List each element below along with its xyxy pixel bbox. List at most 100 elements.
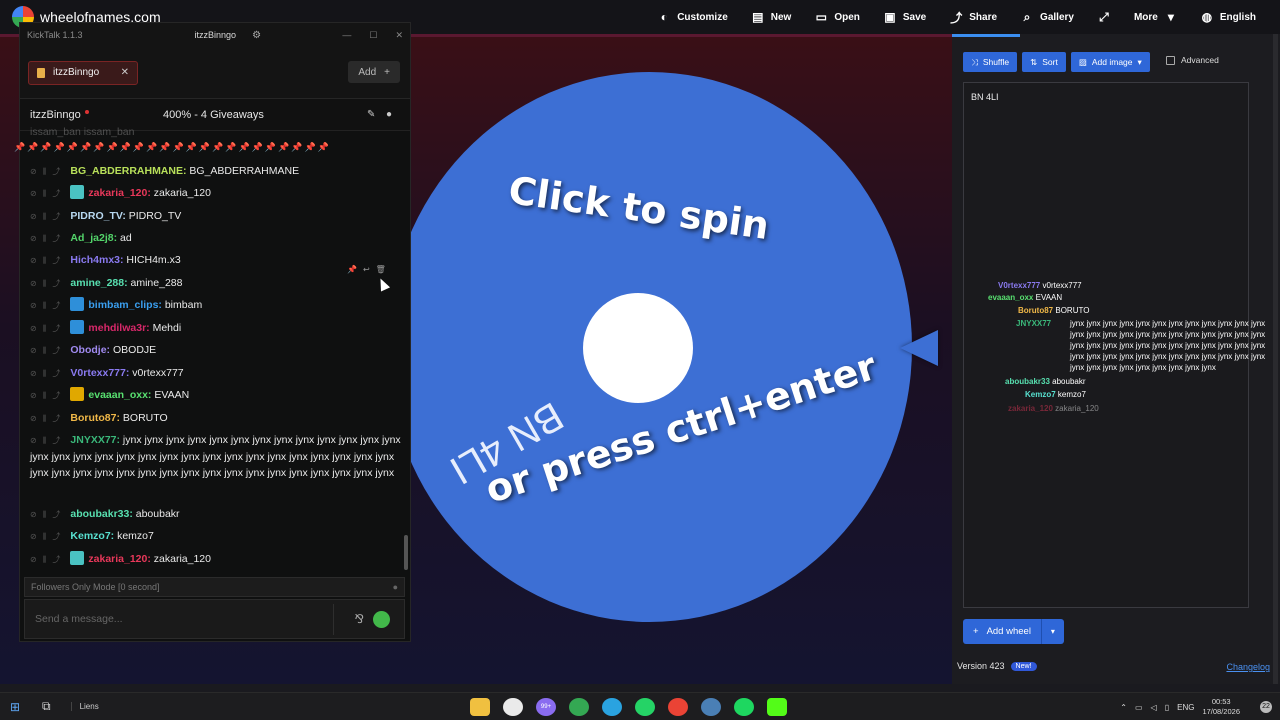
clock-app-icon[interactable] <box>503 698 523 716</box>
user-icon[interactable]: ● <box>386 109 392 120</box>
chat-message[interactable]: ⊘⫼⤴ BG_ABDERRAHMANE: BG_ABDERRAHMANE <box>30 163 299 180</box>
chat-message[interactable]: ⊘⫼⤴ aboubakr33: aboubakr <box>30 506 180 523</box>
close-icon[interactable]: ✕ <box>395 30 403 41</box>
pin-icon[interactable]: 📌 <box>347 265 357 274</box>
kicktalk-titlebar[interactable]: KickTalk 1.1.3 itzzBinngo ⚙ — ☐ ✕ <box>20 23 410 47</box>
window-controls: — ☐ ✕ <box>342 30 403 41</box>
add-wheel-button[interactable]: + Add wheel ▾ <box>963 619 1064 644</box>
chat-message[interactable]: ⊘⫼⤴ Kemzo7: kemzo7 <box>30 528 154 545</box>
nav-share[interactable]: ⤴ Share <box>938 0 1009 34</box>
chat-scrollbar[interactable] <box>404 535 408 570</box>
chat-message[interactable]: ⊘⫼⤴ PIDRO_TV: PIDRO_TV <box>30 208 181 225</box>
entries-panel: ⤨ Shuffle ⇅ Sort ▨ Add image ▾ Advanced BN 4… <box>952 34 1280 684</box>
shuffle-button[interactable]: ⤨ Shuffle <box>963 52 1018 72</box>
chevron-down-icon: ▾ <box>1137 56 1142 67</box>
notification-center-icon[interactable]: 22 <box>1260 701 1272 713</box>
chat-message[interactable]: ⊘⫼⤴ JNYXX77: jynx jynx jynx jynx jynx jyn… <box>30 432 402 481</box>
mod-actions-icon: ⊘⫼⤴ <box>30 189 67 198</box>
site-nav: ◐ Customize ▤ New ▭ Open ▣ Save ⤴ Share ⌕ Gall… <box>646 0 1268 34</box>
mod-actions-icon: ⊘⫼⤴ <box>30 256 67 265</box>
file-explorer-icon[interactable] <box>470 698 490 716</box>
search-icon: ⌕ <box>1023 9 1031 24</box>
gear-icon[interactable]: ⚙ <box>252 30 261 41</box>
nav-more[interactable]: More ▾ <box>1122 0 1189 34</box>
clock[interactable]: 00:53 17/08/2026 <box>1202 697 1240 717</box>
message-hover-actions: 📌 ↩ 🗑 <box>347 265 386 274</box>
chat-message[interactable]: ⊘⫼⤴ Hich4mx3: HICH4m.x3 <box>30 252 181 269</box>
nav-save[interactable]: ▣ Save <box>872 0 938 34</box>
kicktalk-taskbar-icon[interactable] <box>767 698 787 716</box>
mod-actions-icon: ⊘⫼⤴ <box>30 510 67 519</box>
mirror-row: zakaria_120 zakaria_120 <box>1008 404 1099 413</box>
chat-message[interactable]: ⊘⫼⤴ V0rtexx777: v0rtexx777 <box>30 365 184 382</box>
nav-language[interactable]: ◍ English <box>1189 0 1268 34</box>
taskbar-apps: 99+ <box>470 698 787 716</box>
plus-icon: + <box>973 626 979 637</box>
telegram-icon[interactable] <box>602 698 622 716</box>
task-view-icon[interactable]: ⧉ <box>42 699 51 714</box>
mod-actions-icon: ⊘⫼⤴ <box>30 301 67 310</box>
chat-message[interactable]: ⊘⫼⤴ Ad_ja2j8: ad <box>30 230 132 247</box>
wheel-hub[interactable] <box>583 293 693 403</box>
volume-icon[interactable]: ◁ <box>1151 703 1157 712</box>
image-icon: ▨ <box>1078 56 1087 67</box>
steam-icon[interactable] <box>701 698 721 716</box>
delete-icon[interactable]: 🗑 <box>376 265 386 274</box>
mirror-row: aboubakr33 aboubakr <box>1005 377 1086 386</box>
chat-message[interactable]: ⊘⫼⤴ Obodje: OBODJE <box>30 342 156 359</box>
system-tray: ⌃ ▭ ◁ ▯ ENG 00:53 17/08/2026 <box>1120 697 1240 717</box>
add-image-button[interactable]: ▨ Add image ▾ <box>1070 52 1150 72</box>
whatsapp-icon[interactable] <box>635 698 655 716</box>
nav-gallery[interactable]: ⌕ Gallery <box>1009 0 1086 34</box>
language-indicator[interactable]: ENG <box>1177 703 1194 712</box>
chat-message[interactable]: ⊘⫼⤴ evaaan_oxx: EVAAN <box>30 387 189 404</box>
chevron-down-icon[interactable]: ▾ <box>1042 627 1064 636</box>
network-icon[interactable]: ▭ <box>1135 703 1143 712</box>
chat-message[interactable]: ⊘⫼⤴ amine_288: amine_288 <box>30 275 182 292</box>
input-divider <box>333 604 334 635</box>
nav-new[interactable]: ▤ New <box>740 0 804 34</box>
chat-message[interactable]: ⊘⫼⤴ zakaria_120: zakaria_120 <box>30 551 211 568</box>
sort-button[interactable]: ⇅ Sort <box>1022 52 1066 72</box>
advanced-toggle[interactable]: Advanced <box>1166 55 1219 65</box>
chat-message[interactable]: ⊘⫼⤴ zakaria_120: zakaria_120 <box>30 185 211 202</box>
maximize-icon[interactable]: ☐ <box>369 30 377 41</box>
discord-icon[interactable]: 99+ <box>536 698 556 716</box>
changelog-link[interactable]: Changelog <box>1226 662 1270 672</box>
channel-tab[interactable]: itzzBinngo ✕ <box>28 60 138 85</box>
app-title: KickTalk 1.1.3 <box>27 30 83 40</box>
og-badge-icon <box>70 185 85 199</box>
add-wheel-main[interactable]: + Add wheel <box>963 619 1042 644</box>
minimize-icon[interactable]: — <box>342 30 351 41</box>
info-icon[interactable]: ● <box>393 582 398 592</box>
advanced-checkbox[interactable] <box>1166 55 1175 65</box>
links-toolbar[interactable]: Liens <box>70 702 99 711</box>
reply-icon[interactable]: ↩ <box>363 265 370 274</box>
og-badge-icon <box>70 551 85 565</box>
close-icon[interactable]: ✕ <box>121 67 129 78</box>
chat-message-partial: issam_ban issam_ban <box>30 126 135 138</box>
chrome-alt-icon[interactable] <box>668 698 688 716</box>
pin-icon[interactable]: ✎ <box>367 109 375 120</box>
page-scrollbar[interactable] <box>1273 34 1278 684</box>
chat-message[interactable]: ⊘⫼⤴ bimbam_clips: bimbam <box>30 297 202 314</box>
chat-message[interactable]: ⊘⫼⤴ Boruto87: BORUTO <box>30 410 168 427</box>
kick-emote-icon[interactable] <box>373 611 390 628</box>
windows-start-icon[interactable]: ⊞ <box>10 700 22 714</box>
chrome-icon[interactable] <box>569 698 589 716</box>
add-channel-button[interactable]: Add + <box>348 61 400 83</box>
nav-fullscreen[interactable]: ⤢ <box>1086 0 1122 34</box>
chevron-up-icon[interactable]: ⌃ <box>1120 703 1127 712</box>
nav-open[interactable]: ▭ Open <box>803 0 872 34</box>
emote-picker-icon[interactable]: ⅋ <box>355 612 364 626</box>
emote-row: 📌📌📌📌📌📌📌📌📌📌📌📌📌📌📌📌📌📌📌📌📌📌📌📌 <box>14 142 331 152</box>
sort-icon: ⇅ <box>1030 56 1038 67</box>
stream-name: itzzBinngo <box>30 108 81 121</box>
chat-message[interactable]: ⊘⫼⤴ mehdilwa3r: Mehdi <box>30 320 181 337</box>
plus-icon: + <box>384 66 390 78</box>
nav-customize[interactable]: ◐ Customize <box>646 0 740 34</box>
battery-icon[interactable]: ▯ <box>1165 703 1169 712</box>
chat-input[interactable]: Send a message... ⅋ <box>24 599 405 639</box>
mod-actions-icon: ⊘⫼⤴ <box>30 212 67 221</box>
spotify-icon[interactable] <box>734 698 754 716</box>
